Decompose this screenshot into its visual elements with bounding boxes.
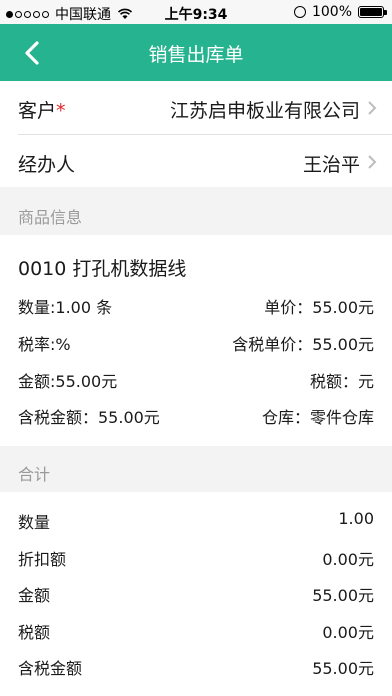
status-right: 100% [293, 4, 387, 20]
item-unit-price: 单价：55.00元 [264, 298, 374, 317]
item-amount: 金额:55.00元 [18, 372, 118, 391]
total-label-quantity: 数量 [18, 513, 51, 532]
chevron-right-icon [368, 155, 377, 169]
handler-row[interactable]: 经办人 王治平 [0, 135, 392, 187]
total-label-tax-incl-amount: 含税金额 [18, 659, 83, 678]
total-label-tax: 税额 [18, 623, 51, 642]
totals-section-header: 合计 [0, 446, 392, 492]
status-bar: 中国联通 上午9:34 100% [0, 0, 392, 24]
item-title: 0010 打孔机数据线 [18, 258, 187, 280]
handler-value: 王治平 [302, 154, 360, 176]
orientation-lock-icon [293, 6, 306, 18]
page-title: 销售出库单 [148, 44, 244, 66]
required-mark: * [56, 100, 66, 122]
item-tax-rate: 税率:% [18, 335, 71, 354]
item-tax-incl-amount: 含税金额：55.00元 [18, 408, 160, 427]
total-value-amount: 55.00元 [312, 586, 374, 605]
total-label-amount: 金额 [18, 586, 51, 605]
customer-label: 客户 [18, 100, 57, 122]
battery-percent: 100% [311, 4, 352, 20]
battery-icon [358, 6, 387, 18]
totals-section-title: 合计 [18, 465, 51, 484]
total-value-quantity: 1.00 [338, 509, 374, 528]
total-value-discount: 0.00元 [322, 550, 374, 569]
chevron-right-icon [368, 101, 377, 115]
goods-section-header: 商品信息 [0, 187, 392, 235]
goods-section-title: 商品信息 [18, 208, 83, 227]
customer-value: 江苏启申板业有限公司 [169, 100, 360, 122]
item-quantity: 数量:1.00 条 [18, 298, 113, 317]
nav-bar: 销售出库单 [0, 24, 392, 81]
customer-row[interactable]: 客户* 江苏启申板业有限公司 [0, 81, 392, 134]
total-label-discount: 折扣额 [18, 550, 67, 569]
item-warehouse: 仓库：零件仓库 [261, 408, 374, 427]
item-tax-incl-unit-price: 含税单价：55.00元 [232, 335, 374, 354]
total-value-tax-incl-amount: 55.00元 [312, 659, 374, 678]
customer-label-wrap: 客户* [18, 96, 66, 123]
total-value-tax: 0.00元 [322, 623, 374, 642]
item-tax: 税额：元 [309, 372, 374, 391]
handler-label: 经办人 [18, 154, 76, 176]
